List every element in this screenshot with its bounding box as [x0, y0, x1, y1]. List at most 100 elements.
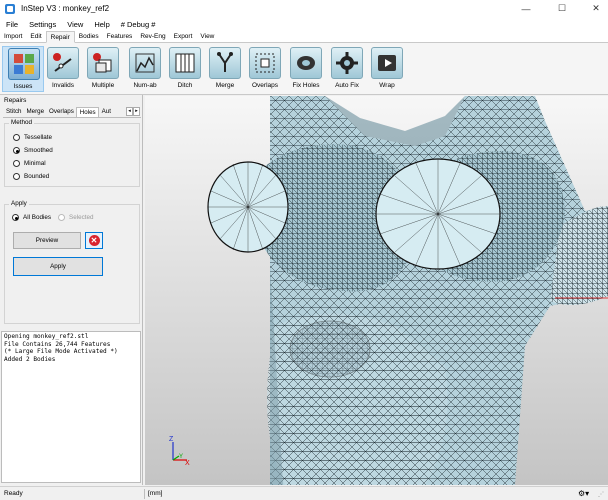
chevron-left-icon: ◂ — [128, 108, 131, 114]
apply-group-title: Apply — [9, 200, 29, 207]
menu-debug[interactable]: # Debug # — [115, 20, 161, 29]
radio-minimal[interactable] — [13, 160, 20, 167]
fix-holes-button[interactable]: Fix Holes — [285, 46, 327, 92]
log-output: Opening monkey_ref2.stl File Contains 26… — [1, 331, 141, 483]
cancel-preview-button[interactable]: ✕ — [85, 232, 103, 249]
ribbon-tabs: Import Edit Repair Bodies Features Rev-E… — [0, 31, 608, 43]
status-ready: Ready — [4, 490, 23, 497]
wrap-button[interactable]: Wrap — [366, 46, 408, 92]
apply-all-bodies-option[interactable]: All Bodies — [12, 214, 51, 221]
radio-tessellate[interactable] — [13, 134, 20, 141]
fix-holes-label: Fix Holes — [292, 82, 320, 89]
menu-settings[interactable]: Settings — [23, 20, 61, 29]
tab-edit[interactable]: Edit — [26, 31, 45, 42]
subtab-auto[interactable]: Aut — [99, 107, 113, 117]
status-divider — [144, 489, 145, 499]
wrap-icon — [371, 47, 403, 79]
method-smoothed-option[interactable]: Smoothed — [13, 147, 53, 154]
monkey-mesh — [207, 96, 608, 485]
method-bounded-option[interactable]: Bounded — [13, 173, 49, 180]
multiple-button[interactable]: Multiple — [82, 46, 124, 92]
radio-label: Smoothed — [24, 147, 53, 154]
log-line: Added 2 Bodies — [4, 355, 56, 363]
method-tessellate-option[interactable]: Tessellate — [13, 134, 52, 141]
multiple-icon — [87, 47, 119, 79]
radio-all-bodies[interactable] — [12, 214, 19, 221]
toolbar: Issues Invalids Multiple Num-ab Ditch Me… — [0, 43, 608, 95]
cancel-icon: ✕ — [88, 235, 100, 246]
method-minimal-option[interactable]: Minimal — [13, 160, 46, 167]
tab-view[interactable]: View — [196, 31, 218, 42]
log-line: (* Large File Mode Activated *) — [4, 348, 118, 356]
axis-z-label: Z — [169, 436, 174, 443]
wrap-label: Wrap — [379, 82, 395, 89]
auto-fix-label: Auto Fix — [335, 82, 359, 89]
auto-fix-button[interactable]: Auto Fix — [326, 46, 368, 92]
multiple-label: Multiple — [91, 82, 115, 89]
log-line: Opening monkey_ref2.stl — [4, 333, 89, 340]
tab-scroll-left-button[interactable]: ◂ — [126, 107, 133, 116]
window-title: InStep V3 : monkey_ref2 — [21, 4, 110, 13]
overlaps-label: Overlaps — [251, 82, 278, 89]
ditch-icon — [169, 47, 201, 79]
app-icon — [5, 3, 15, 14]
log-line: File Contains 26,744 Features — [4, 340, 111, 348]
merge-button[interactable]: Merge — [204, 46, 246, 92]
panel-title: Repairs — [4, 97, 27, 104]
radio-label: Selected — [69, 214, 94, 221]
radio-label: Minimal — [24, 160, 46, 167]
axis-triad: Z Y X — [169, 436, 190, 467]
tab-import[interactable]: Import — [0, 31, 26, 42]
apply-button[interactable]: Apply — [13, 257, 103, 276]
radio-smoothed[interactable] — [13, 147, 20, 154]
num-ab-icon — [129, 47, 161, 79]
radio-bounded[interactable] — [13, 173, 20, 180]
issues-button[interactable]: Issues — [2, 46, 44, 92]
axis-x-label: X — [185, 460, 190, 467]
apply-selected-option[interactable]: Selected — [58, 214, 94, 221]
settings-icon[interactable]: ⚙▾ — [578, 489, 589, 498]
tab-repair[interactable]: Repair — [45, 31, 75, 43]
resize-grip-icon[interactable]: ⋰ — [598, 491, 604, 498]
menu-help[interactable]: Help — [88, 20, 114, 29]
radio-label: All Bodies — [23, 214, 52, 221]
tab-scroll: ◂ ▸ — [126, 107, 140, 116]
repair-subtabs: Stitch Merge Overlaps Holes Aut ◂ ▸ — [3, 107, 141, 118]
3d-viewport[interactable]: Z Y X — [145, 96, 608, 485]
tab-export[interactable]: Export — [170, 31, 197, 42]
merge-label: Merge — [215, 82, 235, 89]
maximize-icon: ☐ — [557, 3, 567, 13]
radio-selected[interactable] — [58, 214, 65, 221]
subtab-holes[interactable]: Holes — [75, 107, 99, 117]
radio-label: Bounded — [24, 173, 50, 180]
menu-view[interactable]: View — [61, 20, 88, 29]
num-ab-label: Num-ab — [133, 82, 157, 89]
tab-features[interactable]: Features — [103, 31, 137, 42]
issues-label: Issues — [13, 83, 33, 90]
method-group: Method Tessellate Smoothed Minimal Bound… — [4, 119, 140, 187]
axis-y-label: Y — [179, 454, 183, 460]
close-icon: ✕ — [592, 3, 600, 13]
invalids-button[interactable]: Invalids — [42, 46, 84, 92]
invalids-label: Invalids — [51, 82, 75, 89]
close-button[interactable]: ✕ — [582, 0, 608, 17]
ditch-button[interactable]: Ditch — [164, 46, 206, 92]
tab-bodies[interactable]: Bodies — [75, 31, 103, 42]
mesh-render: Z Y X — [169, 96, 608, 485]
tab-scroll-right-button[interactable]: ▸ — [133, 107, 140, 116]
radio-label: Tessellate — [24, 134, 53, 141]
overlaps-button[interactable]: Overlaps — [244, 46, 286, 92]
minimize-button[interactable]: — — [512, 0, 540, 17]
menu-file[interactable]: File — [0, 20, 23, 29]
subtab-merge[interactable]: Merge — [23, 107, 46, 117]
menu-bar: File Settings View Help # Debug # — [0, 17, 608, 31]
num-ab-button[interactable]: Num-ab — [124, 46, 166, 92]
maximize-button[interactable]: ☐ — [548, 0, 576, 17]
ditch-label: Ditch — [177, 82, 193, 89]
preview-button[interactable]: Preview — [13, 232, 81, 249]
subtab-overlaps[interactable]: Overlaps — [46, 107, 76, 117]
tab-rev-eng[interactable]: Rev-Eng — [136, 31, 169, 42]
status-units: [mm] — [148, 490, 163, 497]
subtab-stitch[interactable]: Stitch — [3, 107, 23, 117]
merge-icon — [209, 47, 241, 79]
